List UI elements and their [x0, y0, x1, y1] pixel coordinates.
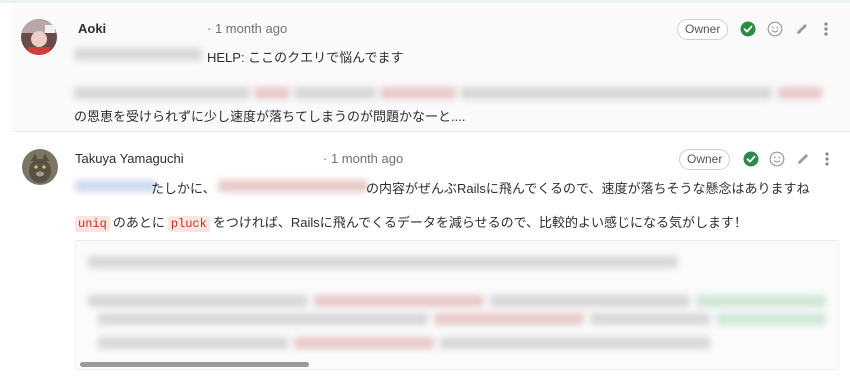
more-options-icon	[824, 22, 828, 36]
cat-avatar-photo-icon	[22, 149, 58, 185]
blurred-code-line	[88, 256, 678, 268]
blurred-code-line	[490, 295, 690, 307]
comment-line: HELP: ここのクエリで悩んでます	[207, 50, 404, 65]
resolved-check-icon	[740, 21, 756, 37]
comment-line: の内容がぜんぶRailsに飛んでくるので、速度が落ちそうな懸念はありますね	[366, 181, 810, 196]
blurred-text	[294, 87, 376, 99]
blurred-code-line	[440, 337, 710, 349]
blurred-code-line	[294, 337, 434, 349]
blurred-code-line	[434, 313, 584, 325]
timestamp[interactable]: · 1 month ago	[323, 151, 403, 166]
more-options-icon	[825, 152, 829, 166]
emoji-icon	[769, 151, 785, 167]
text-fragment: のあとに	[112, 215, 165, 230]
edit-button[interactable]	[795, 151, 811, 167]
blurred-code-line	[314, 295, 484, 307]
inline-code: uniq	[75, 216, 110, 232]
blurred-code-line	[98, 337, 288, 349]
comment-line: たしかに、	[151, 181, 216, 196]
blurred-code-line	[696, 295, 826, 307]
author-name[interactable]: Takuya Yamaguchi	[75, 151, 184, 166]
blurred-text	[74, 87, 250, 99]
emoji-icon	[767, 21, 783, 37]
resolve-button[interactable]	[743, 151, 759, 167]
comment-line: の恩恵を受けられずに少し速度が落ちてしまうのが問題かなーと....	[74, 109, 466, 124]
resolved-check-icon	[743, 151, 759, 167]
blurred-code	[380, 87, 456, 99]
text-fragment: をつければ、Railsに飛んでくるデータを減らせるので、比較的よい感じになる気が…	[212, 215, 748, 230]
comment-aoki: Aoki · 1 month ago Owner HELP: ここのクエリで悩ん…	[12, 4, 850, 132]
comment-line-with-code: uniq のあとに pluck をつければ、Railsに飛んでくるデータを減らせるので…	[75, 212, 748, 232]
blurred-mention	[74, 48, 202, 60]
blurred-code-line	[716, 313, 826, 325]
blurred-code-line	[590, 313, 710, 325]
more-options-button[interactable]	[820, 21, 832, 37]
timestamp[interactable]: · 1 month ago	[207, 21, 287, 36]
add-reaction-button[interactable]	[767, 21, 783, 37]
resolve-button[interactable]	[740, 21, 756, 37]
code-block[interactable]	[75, 240, 839, 370]
blurred-code-line	[98, 313, 428, 325]
edit-button[interactable]	[794, 21, 810, 37]
owner-badge: Owner	[677, 19, 729, 40]
avatar[interactable]	[22, 149, 58, 185]
owner-badge: Owner	[679, 149, 731, 170]
edit-pencil-icon	[798, 154, 808, 164]
blurred-text	[460, 87, 772, 99]
blurred-code	[254, 87, 290, 99]
author-name[interactable]: Aoki	[78, 21, 106, 36]
horizontal-scrollbar[interactable]	[80, 362, 309, 367]
add-reaction-button[interactable]	[769, 151, 785, 167]
blurred-code	[218, 180, 368, 192]
blurred-code-line	[88, 295, 308, 307]
more-options-button[interactable]	[821, 151, 833, 167]
edit-pencil-icon	[797, 24, 807, 34]
comment-takuya-yamaguchi: Takuya Yamaguchi · 1 month ago Owner たしか…	[12, 134, 850, 385]
inline-code: pluck	[167, 216, 210, 232]
avatar[interactable]	[21, 19, 57, 55]
user-avatar-photo-icon	[21, 19, 57, 55]
top-accent-line	[0, 0, 850, 3]
blurred-code	[778, 87, 822, 99]
blurred-mention	[75, 180, 157, 192]
